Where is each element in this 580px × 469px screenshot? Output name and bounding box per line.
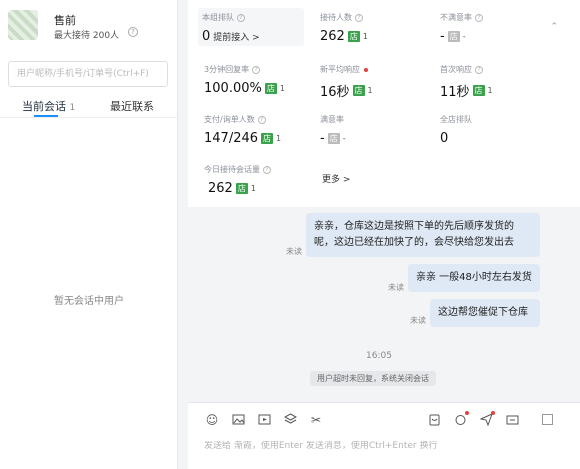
stat-label: 本组排队 [202,13,234,22]
stat-value: 147/246 [204,131,259,146]
send-link-icon[interactable] [478,411,495,427]
chat-messages: 未读 亲亲，仓库这边是按照下单的先后顺序发货的 呢，这边已经在加快了的，会尽快给… [188,207,580,402]
stat-value: - [440,29,445,44]
stat-value: 262 [208,181,233,196]
scissors-icon[interactable]: ✂ [309,413,323,427]
expand-icon[interactable] [540,413,554,427]
stat-store-queue: 全店排队 0 [440,114,550,154]
conversation-tabs: 当前会话 1 最近联系 [0,96,178,118]
stat-value: 262 [320,29,345,44]
early-access-link[interactable]: 提前接入 > [213,30,259,43]
stat-first-response: 首次响应? 11秒 店 1 [440,64,550,104]
store-badge: 店 [472,85,485,96]
layers-icon[interactable] [283,413,297,427]
stat-label: 全店排队 [440,115,472,124]
stats-panel: 本组排队? 0 提前接入 > 接待人数? 262 店 1 不满意率? - 店 -… [188,0,580,207]
avatar[interactable] [8,10,38,40]
message-line: 亲亲，仓库这边是按照下单的先后顺序发货的 [314,221,514,232]
stat-label: 不满意率 [440,13,472,22]
stat-paid-inquiry: 支付/询单人数? 147/246 店 1 [204,114,314,154]
collapse-icon[interactable]: ⌃ [550,22,558,32]
message-line: 亲亲 一般48小时左右发货 [416,272,532,283]
tab-current-label: 当前会话 [22,100,66,113]
store-rank: 1 [362,32,368,41]
active-tab-indicator [34,115,58,117]
message-bubble: 亲亲，仓库这边是按照下单的先后顺序发货的 呢，这边已经在加快了的，会尽快给您发出… [306,213,540,257]
help-icon[interactable]: ? [475,13,483,22]
stat-value: 16秒 [320,85,350,100]
store-badge: 店 [352,85,365,96]
stat-label: 3分钟回复率 [204,65,250,74]
message-status: 未读 [388,283,404,292]
stat-value: - [320,131,325,146]
tab-recent-contacts[interactable]: 最近联系 [110,98,154,114]
tab-current-count: 1 [69,103,76,113]
message-bubble: 亲亲 一般48小时左右发货 [408,264,540,292]
more-stats-link[interactable]: 更多 > [322,172,350,185]
store-rank: 1 [487,86,493,95]
max-reception-label: 最大接待 200人 [54,31,120,41]
stat-label: 今日接待会话量 [204,165,260,174]
store-rank: 1 [276,134,282,143]
conversation-sidebar: 售前 最大接待 200人 ? 当前会话 1 最近联系 暂无会话中用户 [0,0,178,469]
message-status: 未读 [410,316,426,325]
search-box[interactable] [8,61,168,87]
stat-value: 11秒 [440,85,470,100]
store-badge: 店 [327,133,340,144]
agent-group-name: 售前 [54,14,76,27]
tab-current-sessions[interactable]: 当前会话 1 [22,98,75,114]
help-icon[interactable]: ? [257,115,266,124]
agent-profile: 售前 最大接待 200人 ? [8,8,173,44]
store-rank: 1 [250,184,256,193]
stat-avg-response: 新平均响应 16秒 店 1 [320,64,430,104]
store-badge: 店 [235,183,248,194]
help-icon[interactable]: ? [355,13,363,22]
stat-value: 0 [440,131,449,146]
help-icon[interactable]: ? [252,65,261,74]
stat-label: 新平均响应 [320,65,360,74]
store-badge: 店 [447,31,460,42]
emoji-icon[interactable]: ☺ [205,413,219,427]
store-rank: - [462,32,466,41]
stat-label: 满意率 [320,115,344,124]
video-icon[interactable] [257,413,271,427]
store-badge: 店 [261,133,274,144]
gift-icon[interactable] [453,411,469,427]
stat-value: 0 [202,29,211,44]
help-icon[interactable]: ? [263,165,271,174]
stat-label: 接待人数 [320,13,352,22]
message-input[interactable] [204,441,564,451]
help-icon[interactable]: ? [237,13,245,22]
search-input[interactable] [17,62,167,86]
stat-reception-count: 接待人数? 262 店 1 [320,12,430,52]
composer-area: ☺ ✂ [188,402,580,469]
help-icon[interactable]: ? [475,65,483,74]
stat-value: 100.00% [204,81,262,96]
stat-today-sessions: 今日接待会话量? 262 店 1 [204,164,314,204]
stat-satisfaction-rate: 满意率 - 店 - [320,114,430,154]
empty-state-text: 暂无会话中用户 [54,296,124,307]
stat-label: 支付/询单人数 [204,115,255,124]
notification-dot [364,67,368,72]
store-rank: 1 [367,86,373,95]
stat-dissatisfaction-rate: 不满意率? - 店 - [440,12,550,52]
help-icon[interactable]: ? [128,27,138,37]
coupon-icon[interactable] [505,413,519,427]
message-timestamp: 16:05 [366,351,392,361]
message-line: 呢，这边已经在加快了的，会尽快给您发出去 [314,237,514,248]
message-status: 未读 [286,247,302,256]
stat-label: 首次响应 [440,65,472,74]
stat-group-queue: 本组排队? 0 提前接入 > [198,8,304,46]
image-icon[interactable] [231,413,245,427]
message-bubble: 这边帮您催促下仓库 [430,299,540,327]
order-icon[interactable] [427,413,441,427]
stat-3min-reply-rate: 3分钟回复率? 100.00% 店 1 [204,64,314,104]
store-rank: - [342,134,346,143]
store-badge: 店 [347,31,360,42]
store-badge: 店 [264,83,277,94]
system-notice: 用户超时未回复，系统关闭会话 [310,371,436,386]
store-rank: 1 [279,84,285,93]
message-line: 这边帮您催促下仓库 [438,307,528,318]
